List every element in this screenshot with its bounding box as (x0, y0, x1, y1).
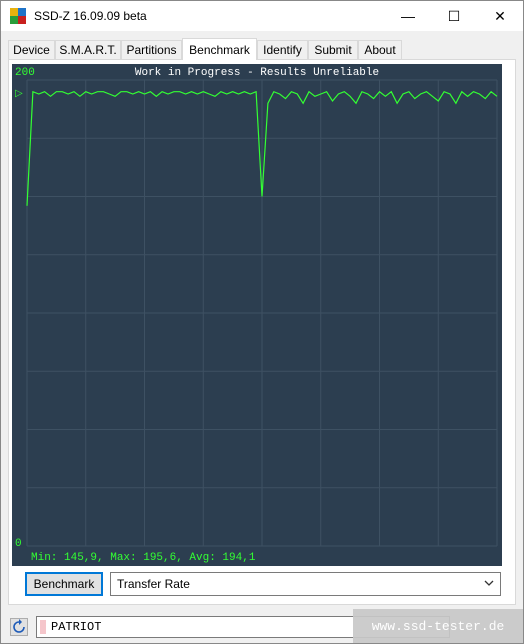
watermark: www.ssd-tester.de (353, 609, 523, 643)
chart-stats: Min: 145,9, Max: 195,6, Avg: 194,1 (31, 552, 256, 564)
drive-name: PATRIOT (51, 620, 102, 634)
title-bar[interactable]: SSD-Z 16.09.09 beta — ☐ ✕ (1, 1, 523, 31)
chart-grid (26, 79, 498, 547)
tab-partitions[interactable]: Partitions (121, 40, 182, 59)
close-button[interactable]: ✕ (477, 1, 523, 31)
refresh-icon (13, 619, 25, 633)
refresh-button[interactable] (10, 618, 28, 636)
chart-svg: 200 Work in Progress - Results Unreliabl… (15, 67, 498, 564)
y-max-label: 200 (15, 67, 35, 79)
benchmark-button[interactable]: Benchmark (25, 572, 103, 596)
benchmark-controls: Benchmark Transfer Rate (25, 572, 501, 597)
benchmark-mode-value: Transfer Rate (117, 577, 190, 591)
tab-about[interactable]: About (358, 40, 402, 59)
ssd-z-app-icon (10, 8, 26, 24)
tab-benchmark[interactable]: Benchmark (182, 38, 257, 60)
chart-title: Work in Progress - Results Unreliable (135, 67, 379, 79)
benchmark-chart: 200 Work in Progress - Results Unreliabl… (12, 64, 502, 566)
maximize-button[interactable]: ☐ (431, 1, 477, 31)
tab-device[interactable]: Device (8, 40, 55, 59)
tab-identify[interactable]: Identify (257, 40, 308, 59)
y-min-label: 0 (15, 538, 22, 550)
minimize-button[interactable]: — (385, 1, 431, 31)
drive-color-swatch (40, 620, 46, 634)
benchmark-mode-select[interactable]: Transfer Rate (110, 572, 501, 596)
chevron-down-icon (484, 580, 494, 586)
app-window: SSD-Z 16.09.09 beta — ☐ ✕ Device S.M.A.R… (0, 0, 524, 644)
tab-smart[interactable]: S.M.A.R.T. (55, 40, 121, 59)
level-marker-icon: ▷ (15, 88, 23, 99)
tab-submit[interactable]: Submit (308, 40, 358, 59)
window-title: SSD-Z 16.09.09 beta (34, 9, 147, 23)
